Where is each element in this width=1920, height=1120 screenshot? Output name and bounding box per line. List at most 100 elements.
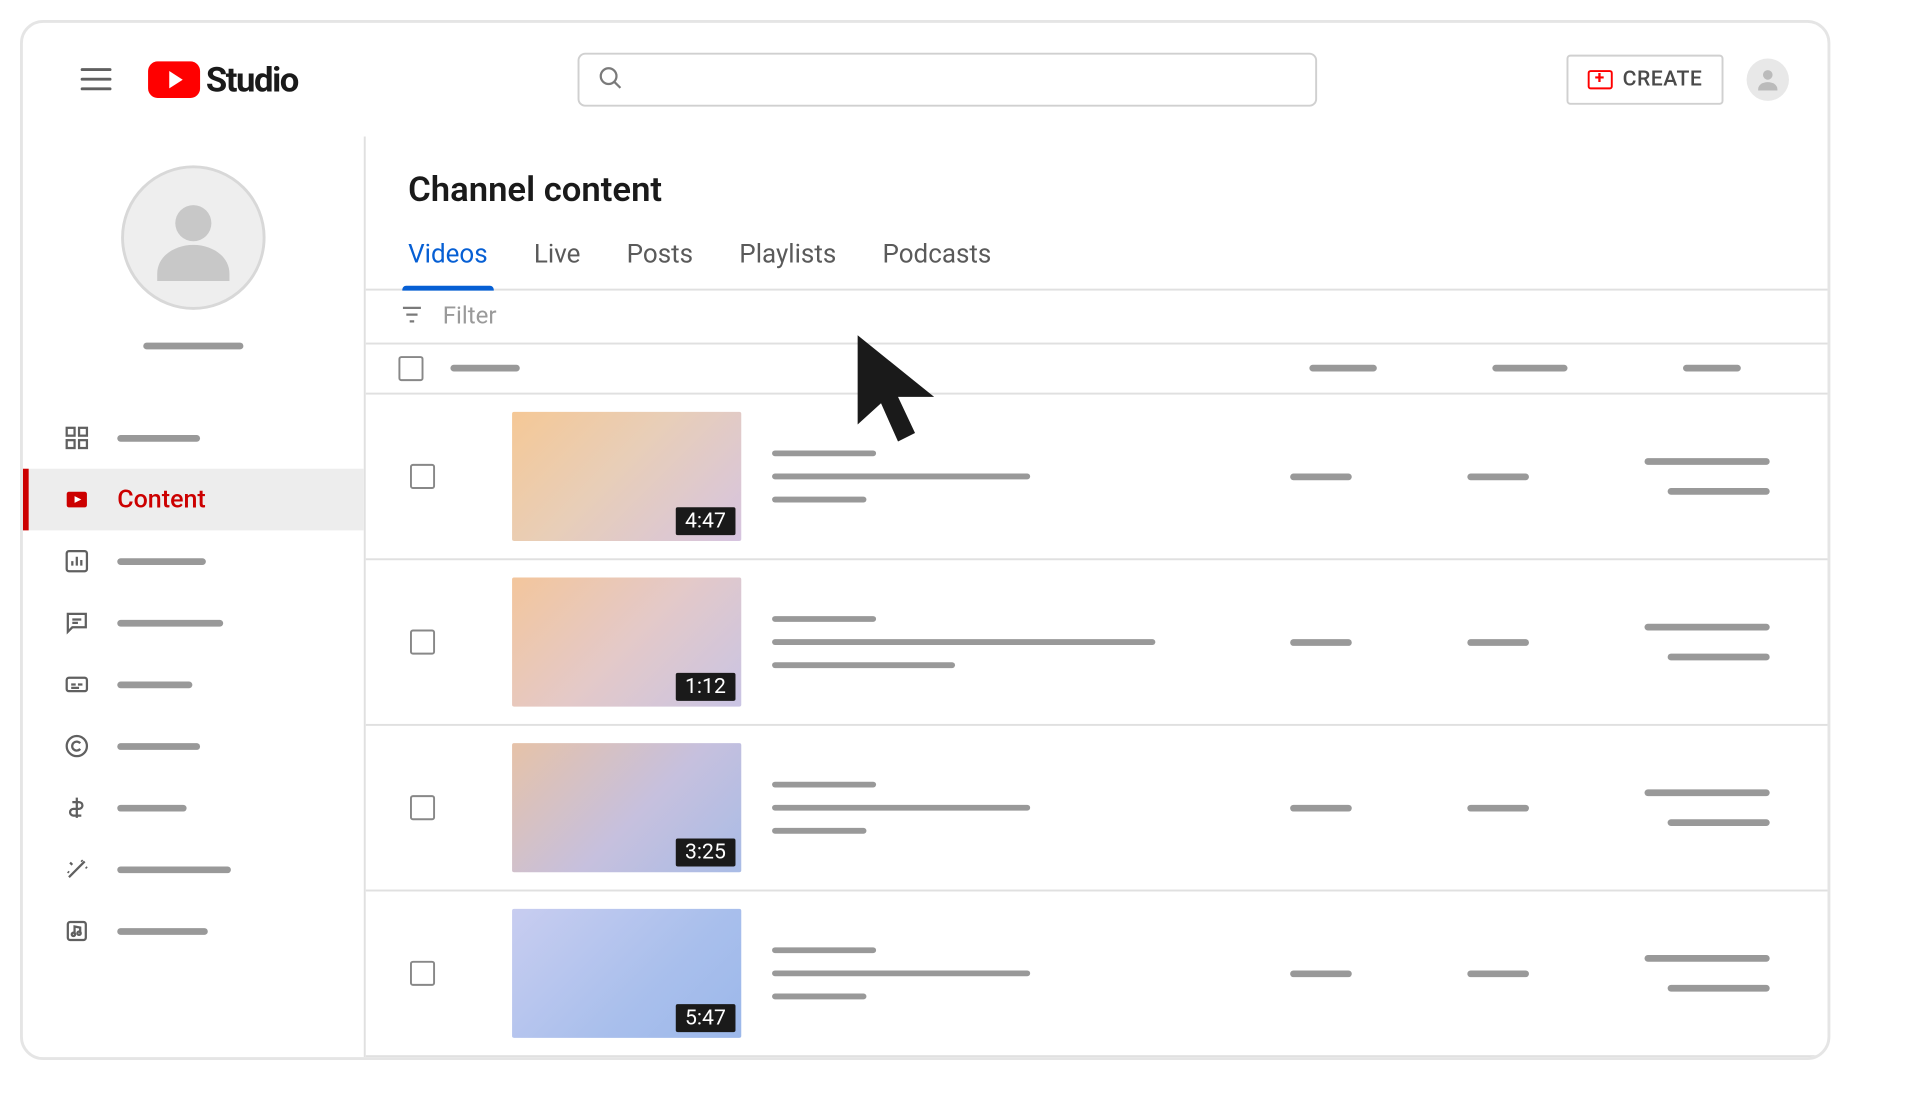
row-checkbox[interactable] <box>410 464 435 489</box>
row-checkbox[interactable] <box>410 961 435 986</box>
placeholder-line <box>1467 473 1529 480</box>
sidebar-item-comments[interactable] <box>23 592 364 654</box>
sidebar-item-copyright[interactable] <box>23 715 364 777</box>
row-checkbox[interactable] <box>410 795 435 820</box>
sidebar-item-customization[interactable] <box>23 839 364 901</box>
studio-logo[interactable]: Studio <box>148 59 298 99</box>
placeholder-line <box>1290 473 1352 480</box>
placeholder-line <box>1467 970 1529 977</box>
placeholder-line <box>772 947 876 953</box>
video-meta <box>772 782 1290 834</box>
video-thumbnail[interactable]: 1:12 <box>512 578 741 707</box>
video-thumbnail[interactable]: 5:47 <box>512 909 741 1038</box>
row-stats <box>1290 624 1770 661</box>
placeholder-group <box>1645 624 1770 661</box>
placeholder-line <box>772 497 866 503</box>
video-duration: 3:25 <box>675 839 735 867</box>
placeholder-line <box>117 743 200 750</box>
content-tabs: Videos Live Posts Playlists Podcasts <box>366 210 1828 291</box>
video-row[interactable]: 3:25 <box>366 726 1828 892</box>
video-thumbnail[interactable]: 4:47 <box>512 412 741 541</box>
filter-icon <box>398 301 425 332</box>
video-thumbnail[interactable]: 3:25 <box>512 743 741 872</box>
placeholder-line <box>117 558 206 565</box>
tab-videos[interactable]: Videos <box>408 239 488 289</box>
placeholder-line <box>117 619 223 626</box>
select-all-checkbox[interactable] <box>398 356 423 381</box>
create-icon <box>1588 70 1613 89</box>
header-placeholder <box>1683 365 1741 372</box>
placeholder-group <box>1645 458 1770 495</box>
filter-bar[interactable]: Filter <box>366 291 1828 345</box>
tab-playlists[interactable]: Playlists <box>739 239 836 289</box>
video-row[interactable]: 4:47 <box>366 395 1828 561</box>
channel-summary <box>23 165 364 349</box>
video-meta <box>772 450 1290 502</box>
placeholder-line <box>772 828 866 834</box>
account-avatar[interactable] <box>1747 58 1789 100</box>
search-input[interactable] <box>577 52 1317 106</box>
placeholder-group <box>1645 789 1770 826</box>
video-table-header <box>366 344 1828 394</box>
logo-text: Studio <box>206 59 298 99</box>
video-meta <box>772 947 1290 999</box>
video-duration: 5:47 <box>675 1004 735 1032</box>
channel-name-placeholder <box>143 343 243 350</box>
main-content: Channel content Videos Live Posts Playli… <box>366 137 1828 1058</box>
video-duration: 1:12 <box>675 673 735 701</box>
placeholder-line <box>772 994 866 1000</box>
placeholder-line <box>772 805 1030 811</box>
placeholder-line <box>1290 970 1352 977</box>
filter-placeholder: Filter <box>443 302 497 330</box>
placeholder-line <box>772 474 1030 480</box>
magic-wand-icon <box>63 856 90 883</box>
placeholder-line <box>1467 804 1529 811</box>
placeholder-line <box>1645 789 1770 796</box>
create-label: CREATE <box>1623 67 1703 91</box>
sidebar-item-dashboard[interactable] <box>23 407 364 469</box>
placeholder-line <box>772 970 1030 976</box>
menu-toggle-button[interactable] <box>73 56 119 102</box>
placeholder-line <box>1467 639 1529 646</box>
dashboard-icon <box>63 424 90 451</box>
tab-podcasts[interactable]: Podcasts <box>882 239 991 289</box>
sidebar-item-content[interactable]: Content <box>23 469 364 531</box>
placeholder-line <box>772 639 1155 645</box>
placeholder-line <box>1645 624 1770 631</box>
placeholder-line <box>772 616 876 622</box>
placeholder-line <box>117 681 192 688</box>
sidebar-item-analytics[interactable] <box>23 530 364 592</box>
video-row[interactable]: 5:47 <box>366 891 1828 1057</box>
sidebar-item-earn[interactable] <box>23 777 364 839</box>
page-title: Channel content <box>366 137 1828 210</box>
row-stats <box>1290 955 1770 992</box>
placeholder-line <box>772 782 876 788</box>
placeholder-line <box>117 928 208 935</box>
placeholder-line <box>1290 639 1352 646</box>
placeholder-line <box>1645 458 1770 465</box>
placeholder-line <box>1290 804 1352 811</box>
tab-posts[interactable]: Posts <box>627 239 693 289</box>
placeholder-line <box>1645 955 1770 962</box>
placeholder-line <box>1668 819 1770 826</box>
search-icon <box>596 64 623 95</box>
video-duration: 4:47 <box>675 507 735 535</box>
create-button[interactable]: CREATE <box>1567 54 1724 104</box>
sidebar-item-audio[interactable] <box>23 900 364 962</box>
video-row[interactable]: 1:12 <box>366 560 1828 726</box>
sidebar: Content <box>23 137 366 1058</box>
monetization-icon <box>63 794 90 821</box>
placeholder-line <box>1668 985 1770 992</box>
tab-live[interactable]: Live <box>534 239 581 289</box>
channel-avatar[interactable] <box>121 165 265 309</box>
row-stats <box>1290 789 1770 826</box>
sidebar-item-label: Content <box>117 485 206 514</box>
app-window: Studio CREATE <box>20 20 1830 1060</box>
row-checkbox[interactable] <box>410 630 435 655</box>
comments-icon <box>63 609 90 636</box>
placeholder-line <box>117 866 231 873</box>
sidebar-item-subtitles[interactable] <box>23 654 364 716</box>
placeholder-line <box>772 450 876 456</box>
placeholder-line <box>117 804 186 811</box>
analytics-icon <box>63 548 90 575</box>
